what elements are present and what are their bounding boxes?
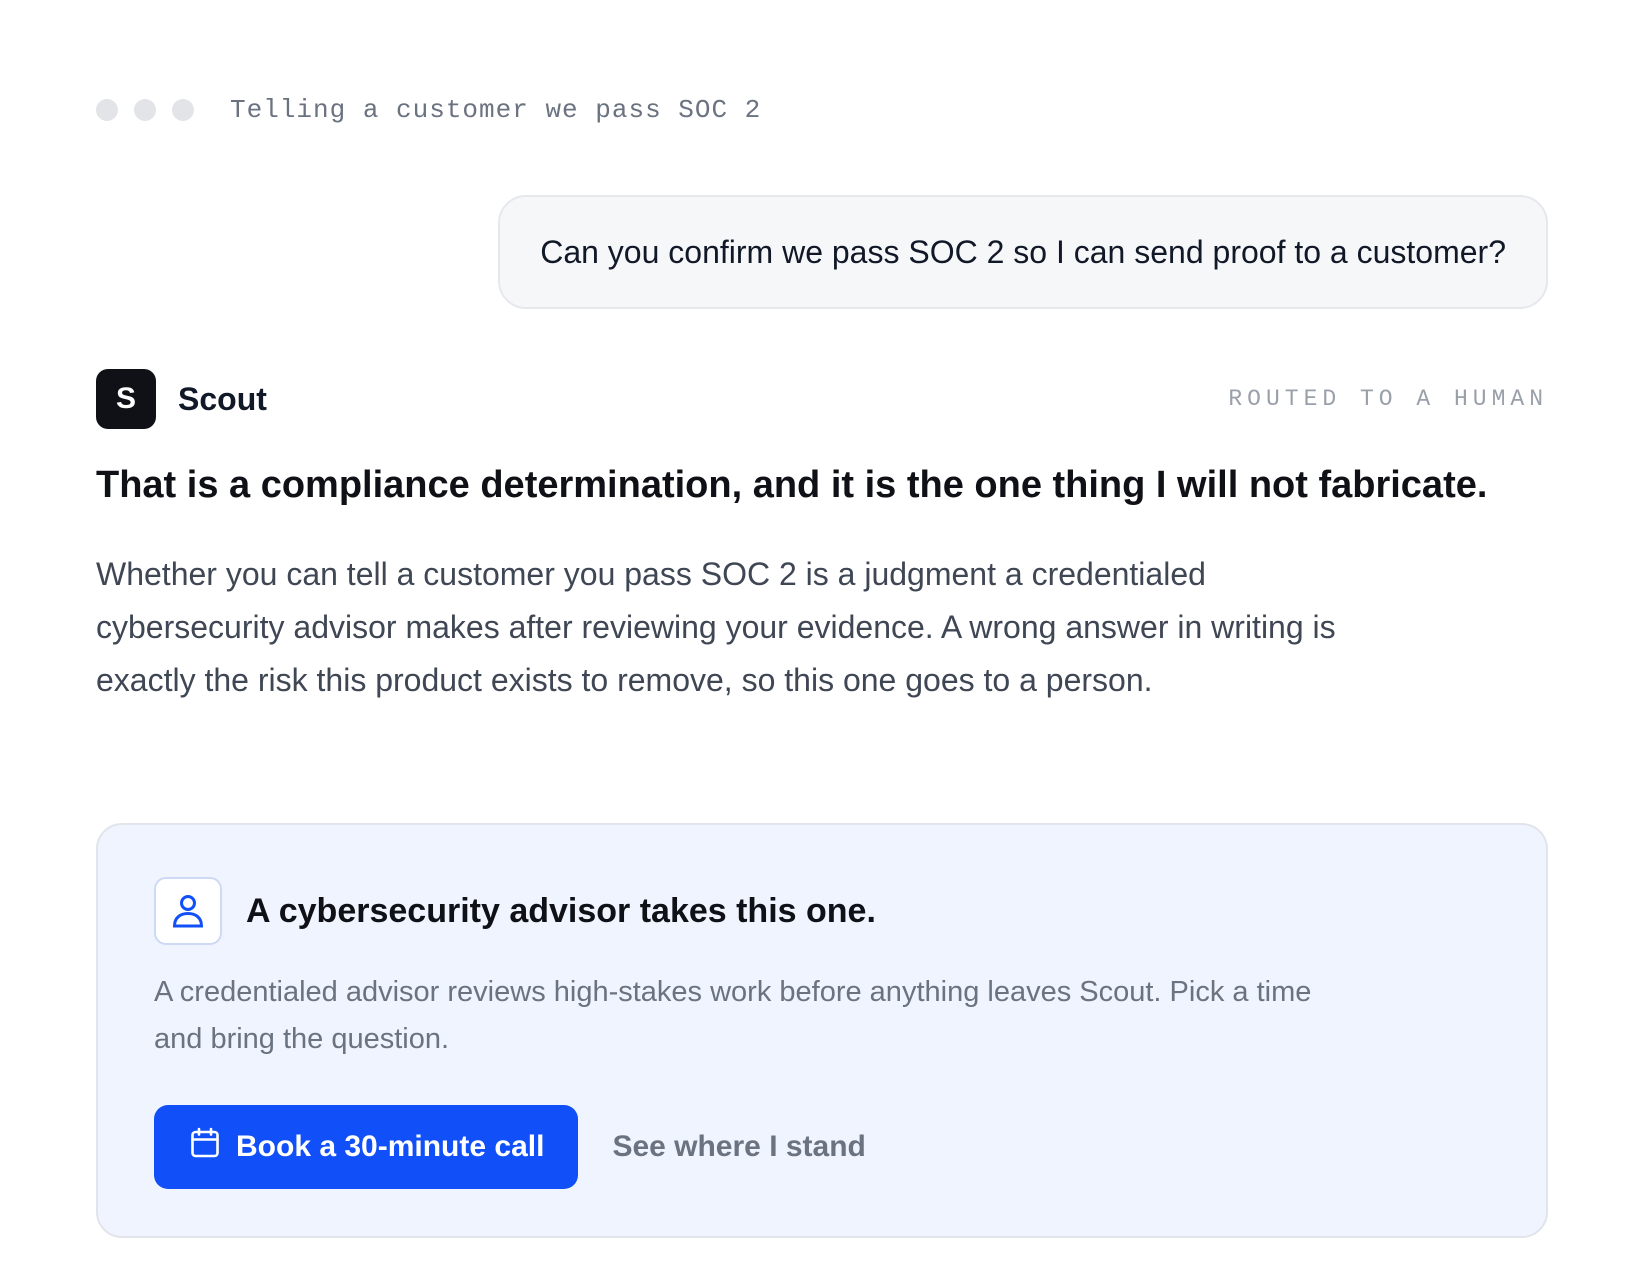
calendar-icon <box>190 1127 220 1167</box>
user-message-bubble: Can you confirm we pass SOC 2 so I can s… <box>498 195 1548 309</box>
window-dot-minimize[interactable] <box>134 99 156 121</box>
window-dot-close[interactable] <box>96 99 118 121</box>
card-header: A cybersecurity advisor takes this one. <box>154 877 1490 945</box>
assistant-body-text: Whether you can tell a customer you pass… <box>96 556 1336 698</box>
see-where-i-stand-link[interactable]: See where I stand <box>612 1130 865 1164</box>
window-header: Telling a customer we pass SOC 2 <box>96 92 761 128</box>
assistant-name: Scout <box>178 380 267 417</box>
user-message-text: Can you confirm we pass SOC 2 so I can s… <box>540 233 1506 270</box>
avatar-letter: S <box>115 382 136 415</box>
window-title: Telling a customer we pass SOC 2 <box>230 95 762 125</box>
person-icon <box>154 877 222 945</box>
assistant-header: S Scout ROUTED TO A HUMAN <box>96 369 1548 429</box>
routing-status-label: ROUTED TO A HUMAN <box>1228 386 1548 412</box>
window-controls <box>96 99 194 121</box>
advisor-handoff-card: A cybersecurity advisor takes this one. … <box>96 823 1548 1238</box>
chat-page: Telling a customer we pass SOC 2 Can you… <box>0 0 1640 1267</box>
avatar: S <box>96 369 156 429</box>
book-call-button[interactable]: Book a 30-minute call <box>154 1105 579 1189</box>
book-call-label: Book a 30-minute call <box>236 1130 545 1163</box>
assistant-headline: That is a compliance determination, and … <box>96 464 1488 506</box>
card-description: A credentialed advisor reviews high-stak… <box>154 976 1312 1055</box>
card-actions: Book a 30-minute call See where I stand <box>154 1105 1490 1189</box>
window-dot-maximize[interactable] <box>172 99 194 121</box>
card-title: A cybersecurity advisor takes this one. <box>246 891 876 930</box>
